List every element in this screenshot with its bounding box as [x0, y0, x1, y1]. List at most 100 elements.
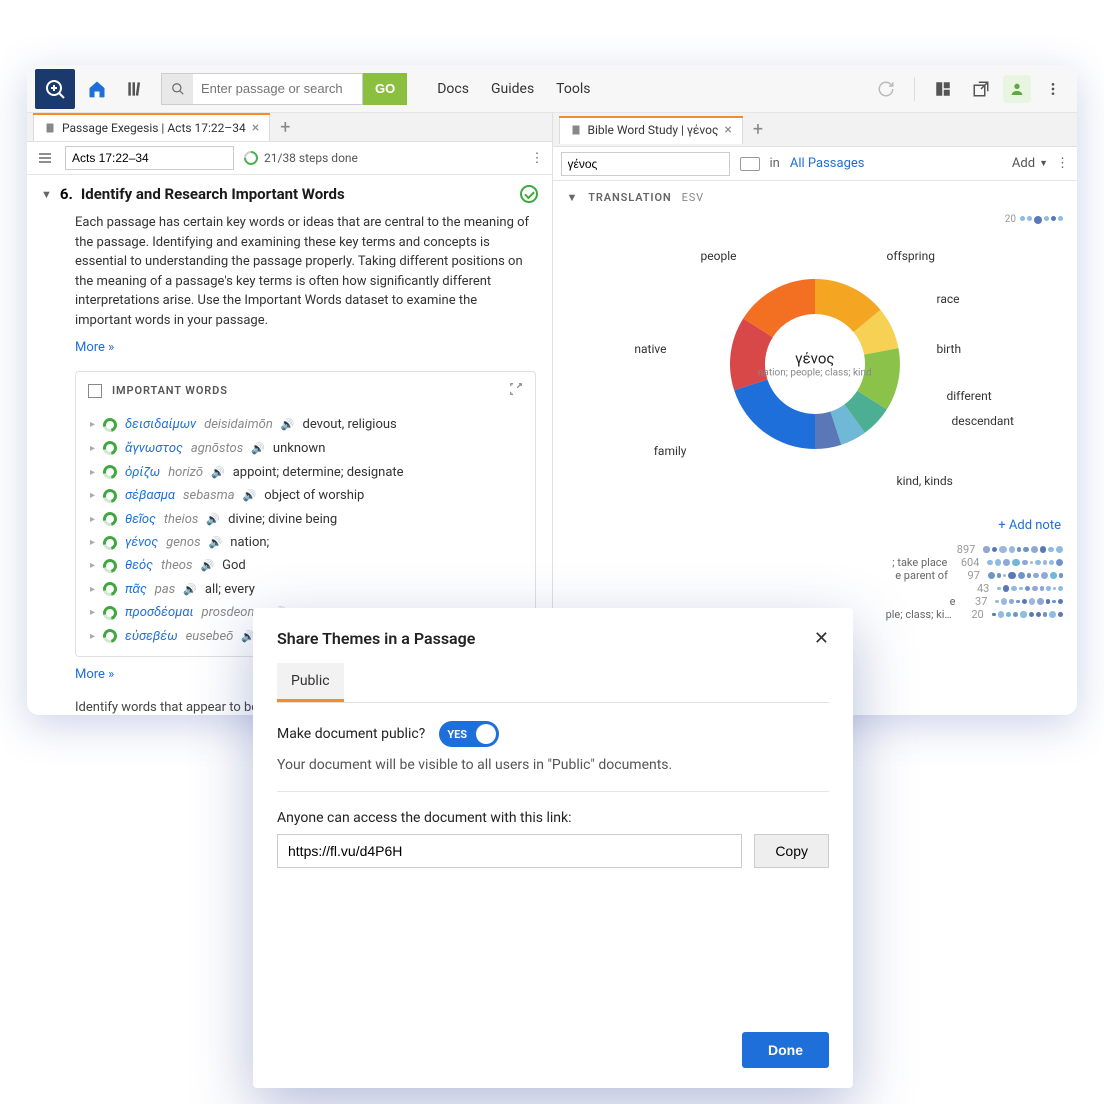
word-row[interactable]: ▸ γένος genos 🔊 nation;: [76, 531, 535, 554]
word-row[interactable]: ▸ θεῖος theios 🔊 divine; divine being: [76, 507, 535, 531]
audio-icon[interactable]: 🔊: [206, 513, 220, 526]
expand-icon[interactable]: [509, 382, 523, 399]
audio-icon[interactable]: 🔊: [251, 442, 265, 455]
nav-guides[interactable]: Guides: [491, 81, 534, 97]
add-tab-button[interactable]: +: [280, 117, 290, 138]
add-note-link[interactable]: + Add note: [553, 514, 1078, 537]
chart-label[interactable]: race: [937, 292, 960, 306]
chart-label[interactable]: birth: [937, 342, 962, 356]
transliteration: theios: [164, 512, 199, 527]
more-link[interactable]: More »: [27, 340, 552, 365]
section-header[interactable]: ▼ 6. Identify and Research Important Wor…: [27, 175, 552, 213]
progress-ring-icon: [100, 533, 119, 552]
left-tabbar: Passage Exegesis | Acts 17:22–34 × +: [27, 113, 552, 142]
copy-button[interactable]: Copy: [754, 834, 829, 868]
sparkline-row[interactable]: ; take place604: [567, 556, 1064, 569]
tab-word-study[interactable]: Bible Word Study | γένος ×: [559, 116, 743, 144]
sparkline: [995, 598, 1063, 605]
chart-label[interactable]: people: [701, 249, 737, 263]
word-row[interactable]: ▸ δεισιδαίμων deisidaimōn 🔊 devout, reli…: [76, 413, 535, 436]
greek-word: ἄγνωστος: [125, 440, 183, 456]
chevron-down-icon: ▼: [41, 188, 52, 201]
audio-icon[interactable]: 🔊: [183, 583, 197, 596]
chart-label[interactable]: kind, kinds: [897, 474, 953, 488]
sparkline: [997, 585, 1063, 592]
word-row[interactable]: ▸ πᾶς pas 🔊 all; every: [76, 577, 535, 601]
sparkline-row[interactable]: e37: [567, 595, 1064, 608]
word-row[interactable]: ▸ σέβασμα sebasma 🔊 object of worship: [76, 484, 535, 507]
chevron-right-icon: ▸: [90, 514, 95, 525]
sparkline-row[interactable]: e parent of97: [567, 569, 1064, 582]
home-icon[interactable]: [81, 73, 113, 105]
kebab-icon[interactable]: [1037, 73, 1069, 105]
chevron-right-icon: ▸: [90, 537, 95, 548]
modal-description: Your document will be visible to all use…: [277, 757, 829, 773]
app-logo[interactable]: [35, 69, 75, 109]
nav-tools[interactable]: Tools: [556, 81, 590, 97]
tab-passage-exegesis[interactable]: Passage Exegesis | Acts 17:22–34 ×: [33, 113, 270, 141]
share-modal: Share Themes in a Passage ✕ Public Make …: [253, 608, 853, 1088]
close-icon[interactable]: ×: [252, 120, 259, 136]
sparkline-row[interactable]: 897: [567, 543, 1064, 556]
done-button[interactable]: Done: [742, 1032, 829, 1068]
popout-icon[interactable]: [965, 73, 997, 105]
audio-icon[interactable]: 🔊: [209, 536, 223, 549]
gloss: object of worship: [264, 488, 364, 503]
hamburger-icon[interactable]: [35, 142, 55, 174]
keyboard-icon[interactable]: [740, 157, 760, 171]
library-icon[interactable]: [119, 73, 151, 105]
chart-label[interactable]: different: [947, 389, 992, 403]
progress-ring-icon: [100, 603, 119, 622]
kebab-icon[interactable]: ⋮: [1056, 156, 1069, 171]
audio-icon[interactable]: 🔊: [243, 489, 257, 502]
search-input[interactable]: [193, 73, 363, 105]
layout-icon[interactable]: [927, 73, 959, 105]
word-row[interactable]: ▸ θεός theos 🔊 God: [76, 554, 535, 577]
chart-label[interactable]: native: [634, 342, 666, 356]
chart-label[interactable]: offspring: [887, 249, 935, 263]
word-row[interactable]: ▸ ὁρίζω horizō 🔊 appoint; determine; des…: [76, 460, 535, 484]
scope-link[interactable]: All Passages: [790, 156, 865, 171]
sparkline-row[interactable]: 43: [567, 582, 1064, 595]
sparkline-top: 20: [1005, 214, 1063, 225]
chevron-right-icon: ▸: [90, 607, 95, 618]
nav-docs[interactable]: Docs: [437, 81, 469, 97]
chart-label[interactable]: descendant: [952, 414, 1014, 428]
steps-indicator[interactable]: 21/38 steps done: [244, 151, 358, 165]
add-dropdown[interactable]: Add ▼: [1012, 156, 1048, 171]
section-title: Identify and Research Important Words: [81, 185, 345, 203]
right-tabbar: Bible Word Study | γένος × +: [553, 113, 1078, 147]
add-tab-button[interactable]: +: [753, 119, 763, 140]
audio-icon[interactable]: 🔊: [200, 559, 214, 572]
word-row[interactable]: ▸ ἄγνωστος agnōstos 🔊 unknown: [76, 436, 535, 460]
chevron-right-icon: ▸: [90, 490, 95, 501]
user-avatar[interactable]: [1003, 75, 1031, 103]
greek-word: θεῖος: [125, 511, 156, 527]
chart-label[interactable]: family: [654, 444, 687, 458]
progress-ring-icon: [100, 415, 119, 434]
donut-chart[interactable]: 20 γένος nation; people; class; kind peo…: [567, 214, 1064, 514]
transliteration: horizō: [168, 465, 203, 480]
audio-icon[interactable]: 🔊: [211, 466, 225, 479]
toggle-label: Make document public?: [277, 726, 425, 742]
donut-slice[interactable]: [734, 379, 815, 449]
close-icon[interactable]: ✕: [814, 628, 829, 649]
greek-word: πᾶς: [125, 581, 147, 597]
transliteration: pas: [155, 582, 175, 597]
transliteration: agnōstos: [191, 441, 243, 456]
card-icon: [88, 384, 102, 398]
chevron-right-icon: ▸: [90, 419, 95, 430]
share-link-input[interactable]: [277, 834, 742, 868]
top-nav: Docs Guides Tools: [437, 81, 590, 97]
search-icon[interactable]: [161, 73, 193, 105]
tab-public[interactable]: Public: [277, 663, 344, 702]
translation-header[interactable]: ▼ TRANSLATION ESV: [553, 181, 1078, 214]
kebab-icon[interactable]: ⋮: [531, 151, 544, 166]
audio-icon[interactable]: 🔊: [281, 418, 295, 431]
sync-icon[interactable]: [870, 73, 902, 105]
public-toggle[interactable]: YES: [439, 721, 499, 747]
passage-input[interactable]: [65, 146, 234, 170]
close-icon[interactable]: ×: [724, 122, 731, 138]
go-button[interactable]: GO: [363, 73, 407, 105]
word-input[interactable]: [561, 152, 730, 176]
